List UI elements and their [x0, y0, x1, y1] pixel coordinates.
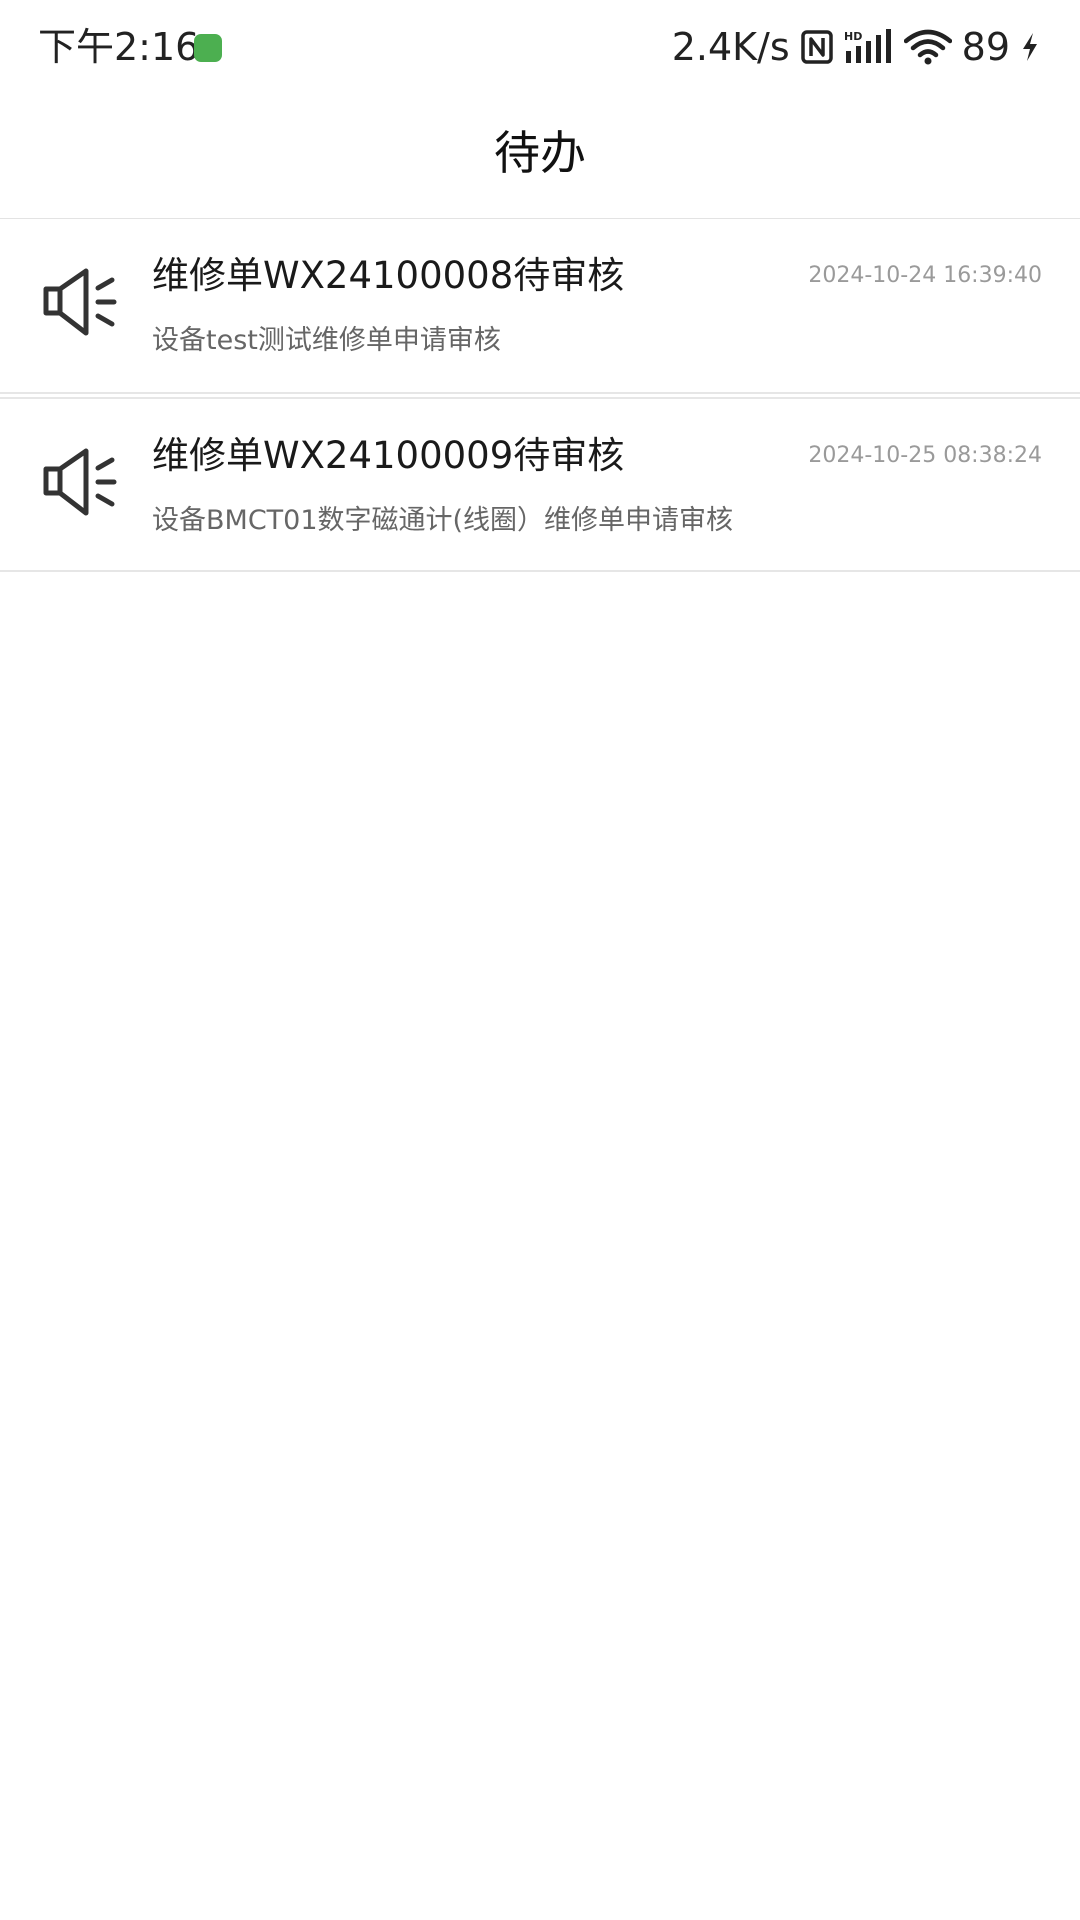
todo-title: 维修单WX24100009待审核	[152, 434, 625, 477]
speaker-icon	[40, 261, 122, 343]
todo-item[interactable]: 维修单WX24100008待审核 2024-10-24 16:39:40 设备t…	[0, 219, 1080, 394]
network-speed: 2.4K/s	[671, 25, 790, 69]
page-title: 待办	[494, 126, 586, 180]
status-bar: 下午2:16 2.4K/s HD 89	[0, 0, 1080, 96]
svg-text:HD: HD	[844, 30, 862, 43]
todo-item[interactable]: 维修单WX24100009待审核 2024-10-25 08:38:24 设备B…	[0, 397, 1080, 572]
battery-level: 89	[961, 25, 1010, 69]
todo-time: 2024-10-24 16:39:40	[808, 263, 1042, 288]
charging-icon	[1020, 32, 1040, 62]
wifi-icon	[903, 29, 952, 65]
todo-time: 2024-10-25 08:38:24	[808, 443, 1042, 468]
todo-description: 设备test测试维修单申请审核	[152, 325, 501, 356]
todo-page: 下午2:16 2.4K/s HD 89 待办 维修单WX24100008待审核 …	[0, 0, 1080, 1920]
todo-list: 维修单WX24100008待审核 2024-10-24 16:39:40 设备t…	[0, 219, 1080, 572]
speaker-icon	[40, 441, 122, 523]
todo-description: 设备BMCT01数字磁通计(线圈）维修单申请审核	[152, 505, 734, 536]
status-time: 下午2:16	[38, 25, 200, 69]
nfc-icon	[800, 29, 834, 65]
status-right-group: 2.4K/s HD 89	[672, 22, 1040, 72]
todo-title: 维修单WX24100008待审核	[152, 254, 625, 297]
app-notification-icon	[194, 34, 222, 62]
page-header: 待办	[0, 96, 1080, 219]
hd-signal-icon: HD	[844, 29, 894, 65]
